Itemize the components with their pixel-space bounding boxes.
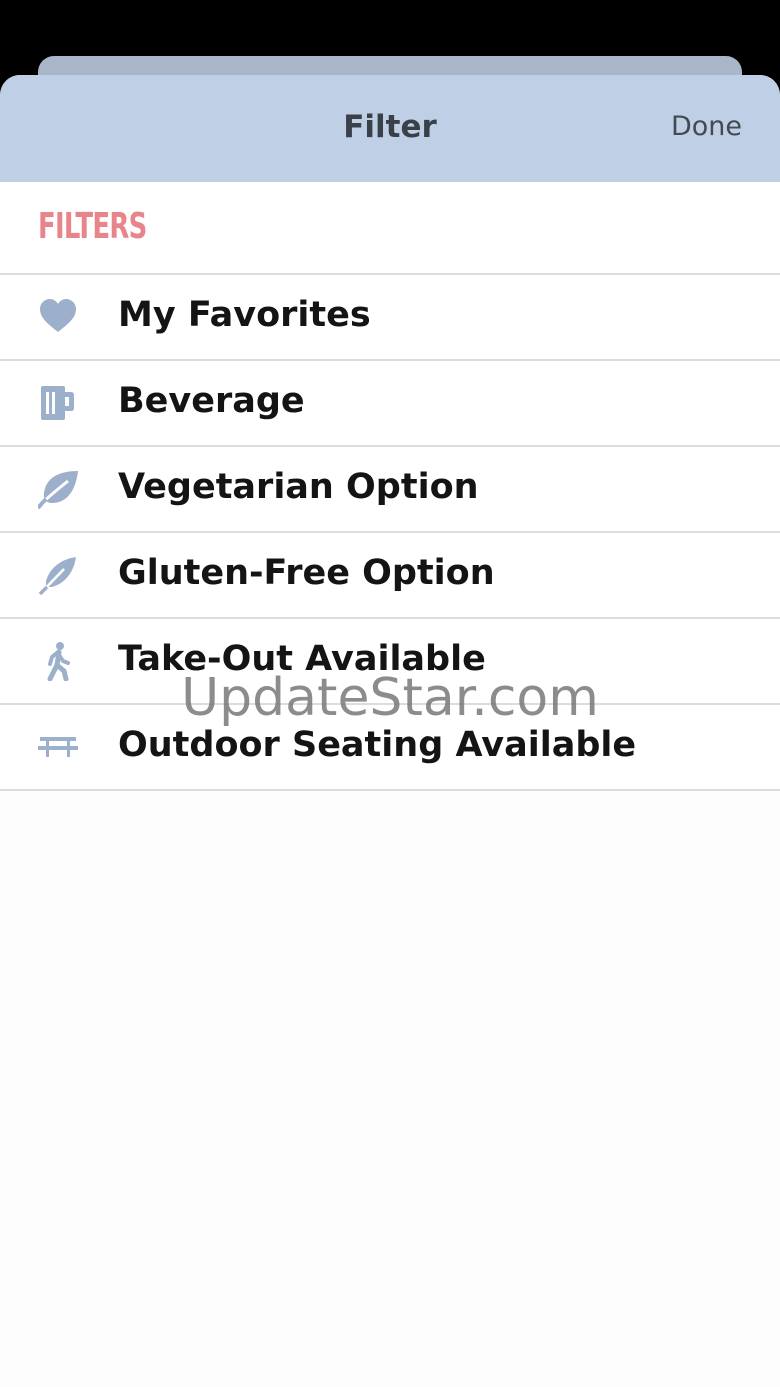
filter-label: Vegetarian Option	[118, 467, 479, 507]
nav-bar: Filter Done	[0, 75, 780, 182]
page-title: Filter	[343, 109, 437, 145]
leaf-icon	[38, 469, 78, 509]
filter-label: My Favorites	[118, 295, 371, 335]
section-header: FILTERS	[0, 182, 780, 275]
filter-row-vegetarian[interactable]: Vegetarian Option	[0, 447, 780, 533]
beer-mug-icon	[38, 383, 78, 423]
filter-list: My Favorites Beverage Vegetarian Option …	[0, 275, 780, 791]
filter-label: Beverage	[118, 381, 305, 421]
filter-row-outdoor-seating[interactable]: Outdoor Seating Available	[0, 705, 780, 791]
walking-person-icon	[38, 641, 78, 681]
heart-icon	[38, 297, 78, 337]
filter-row-beverage[interactable]: Beverage	[0, 361, 780, 447]
section-title: FILTERS	[38, 206, 147, 247]
done-button[interactable]: Done	[671, 111, 742, 142]
filter-row-gluten-free[interactable]: Gluten-Free Option	[0, 533, 780, 619]
filter-label: Gluten-Free Option	[118, 553, 495, 593]
feather-icon	[38, 555, 78, 595]
filter-row-take-out[interactable]: Take-Out Available	[0, 619, 780, 705]
picnic-table-icon	[38, 727, 78, 767]
filter-sheet: Filter Done FILTERS My Favorites Beverag…	[0, 75, 780, 1387]
screen: Filter Done FILTERS My Favorites Beverag…	[0, 0, 780, 1387]
filter-label: Take-Out Available	[118, 639, 486, 679]
filter-row-my-favorites[interactable]: My Favorites	[0, 275, 780, 361]
filter-label: Outdoor Seating Available	[118, 725, 637, 765]
